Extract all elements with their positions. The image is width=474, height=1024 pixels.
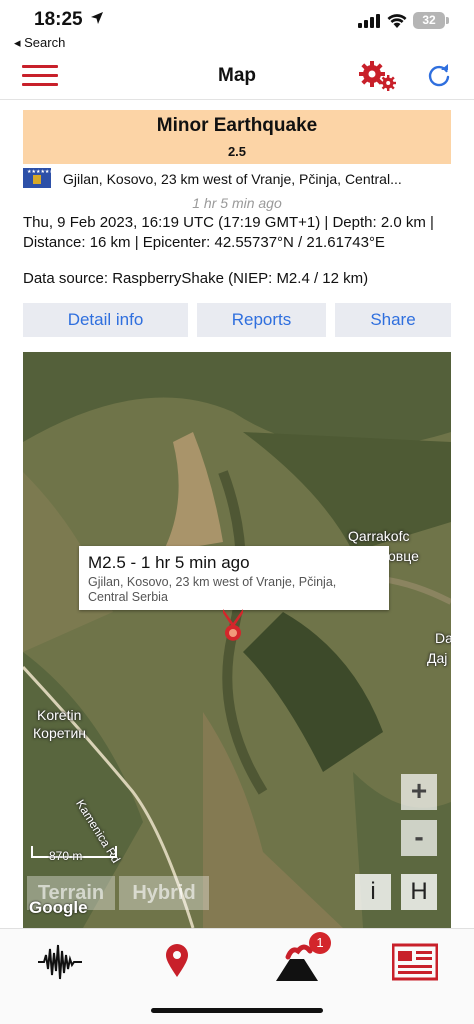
hybrid-button[interactable]: Hybrid — [119, 876, 209, 910]
map-pin-tab-icon[interactable] — [164, 943, 190, 981]
reports-button[interactable]: Reports — [197, 303, 326, 337]
wifi-icon — [387, 14, 407, 28]
status-bar: 18:25 ◂ Search 32 — [0, 0, 474, 52]
quake-banner: Minor Earthquake 2.5 — [23, 110, 451, 164]
quake-time-ago: 1 hr 5 min ago — [192, 195, 282, 211]
location-arrow-icon — [91, 12, 103, 24]
zoom-out-button[interactable]: - — [401, 820, 437, 856]
popup-subtitle: Gjilan, Kosovo, 23 km west of Vranje, Pč… — [88, 575, 337, 604]
quake-magnitude: 2.5 — [227, 144, 247, 159]
map-view[interactable]: Qarrakofc овце Koretin Коретин Kamenica … — [23, 352, 451, 928]
zoom-in-button[interactable]: + — [401, 774, 437, 810]
quake-location: Gjilan, Kosovo, 23 km west of Vranje, Pč… — [63, 171, 402, 187]
settings-gear-icon[interactable] — [358, 60, 398, 92]
map-label-koretin: Koretin — [37, 707, 82, 723]
map-label-qarrakofc: Qarrakofc — [348, 528, 410, 544]
google-logo: Google — [29, 898, 88, 917]
h-button[interactable]: H — [401, 874, 437, 910]
home-indicator — [151, 1008, 323, 1013]
map-label-da: Da — [435, 630, 451, 646]
detail-info-button[interactable]: Detail info — [23, 303, 188, 337]
news-tab-icon[interactable] — [392, 943, 438, 981]
quake-type: Minor Earthquake — [156, 115, 318, 136]
battery-nub — [446, 17, 449, 24]
map-scale-label: 870 m — [49, 849, 83, 863]
back-to-search-link[interactable]: ◂ Search — [14, 35, 65, 51]
page-title: Map — [218, 65, 256, 86]
cellular-signal-icon — [358, 14, 380, 28]
notification-badge: 1 — [309, 932, 331, 954]
navigation-bar: Map — [0, 52, 474, 100]
popup-title: M2.5 - 1 hr 5 min ago — [88, 553, 250, 572]
map-label-da-cyrillic: Дај — [427, 650, 448, 666]
seismogram-tab-icon[interactable] — [38, 943, 82, 981]
info-button[interactable]: i — [355, 874, 391, 910]
share-button[interactable]: Share — [335, 303, 451, 337]
quake-details: Thu, 9 Feb 2023, 16:19 UTC (17:19 GMT+1)… — [23, 214, 434, 251]
refresh-icon[interactable] — [426, 63, 452, 89]
epicenter-marker-icon[interactable] — [221, 609, 245, 645]
map-label-qarrakofc-cyrillic: овце — [388, 548, 419, 564]
battery-indicator: 32 — [413, 12, 445, 29]
map-label-koretin-cyrillic: Коретин — [33, 725, 87, 741]
kosovo-flag-icon: ★★★★★★ — [23, 168, 54, 188]
epicenter-popup[interactable]: M2.5 - 1 hr 5 min ago Gjilan, Kosovo, 23… — [79, 546, 389, 610]
quake-data-source: Data source: RaspberryShake (NIEP: M2.4 … — [23, 270, 369, 287]
clock: 18:25 — [34, 9, 83, 30]
